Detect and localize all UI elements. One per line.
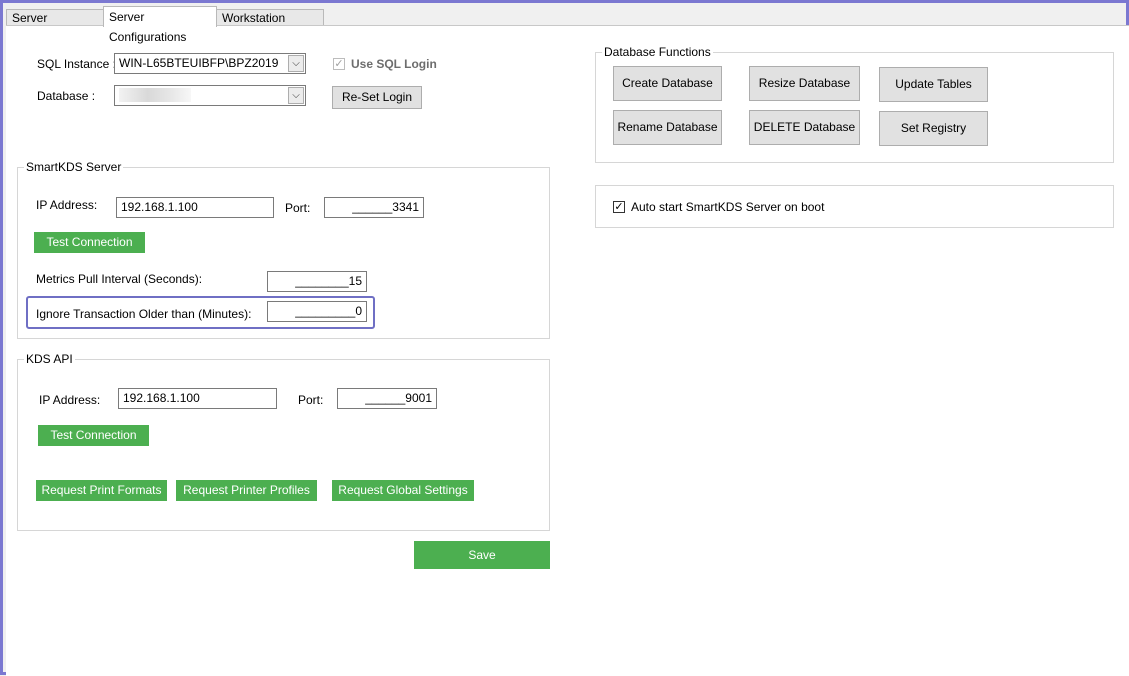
chevron-down-icon[interactable]: ⌵	[288, 87, 304, 104]
metrics-pull-interval-input[interactable]: ________15	[267, 271, 367, 292]
chevron-down-icon[interactable]: ⌵	[288, 55, 304, 72]
check-icon: ✓	[614, 201, 624, 213]
sql-instance-select[interactable]: WIN-L65BTEUIBFP\BPZ2019 ⌵	[114, 53, 306, 74]
autostart-checkbox[interactable]: ✓	[613, 201, 625, 213]
ignore-transaction-input[interactable]: _________0	[267, 301, 367, 322]
smartkds-port-label: Port:	[285, 201, 311, 215]
rename-database-button[interactable]: Rename Database	[613, 110, 722, 145]
database-select[interactable]: ⌵	[114, 85, 306, 106]
kds-api-port-input[interactable]: ______9001	[337, 388, 437, 409]
tab-strip: Server Operations Server Configurations …	[3, 6, 1129, 44]
kds-api-ip-input[interactable]: 192.168.1.100	[118, 388, 277, 409]
smartkds-server-title: SmartKDS Server	[24, 160, 124, 174]
smartkds-ip-input[interactable]: 192.168.1.100	[116, 197, 274, 218]
kds-api-port-label: Port:	[298, 393, 324, 407]
request-global-settings-button[interactable]: Request Global Settings	[332, 480, 474, 501]
autostart-label: Auto start SmartKDS Server on boot	[631, 200, 825, 214]
metrics-pull-interval-label: Metrics Pull Interval (Seconds):	[36, 272, 203, 286]
request-printer-profiles-button[interactable]: Request Printer Profiles	[176, 480, 317, 501]
kds-api-test-connection-button[interactable]: Test Connection	[38, 425, 149, 446]
database-functions-title: Database Functions	[602, 45, 713, 59]
request-print-formats-button[interactable]: Request Print Formats	[36, 480, 167, 501]
sql-instance-value: WIN-L65BTEUIBFP\BPZ2019	[119, 56, 279, 70]
resize-database-button[interactable]: Resize Database	[749, 66, 860, 101]
kds-api-title: KDS API	[24, 352, 75, 366]
use-sql-login-checkbox[interactable]: ✓	[333, 58, 345, 70]
check-icon: ✓	[334, 58, 344, 70]
database-value-redacted	[119, 88, 191, 102]
tab-workstation-settings[interactable]: Workstation Settings	[216, 9, 324, 41]
use-sql-login-label: Use SQL Login	[351, 57, 437, 71]
smartkds-test-connection-button[interactable]: Test Connection	[34, 232, 145, 253]
ignore-transaction-label: Ignore Transaction Older than (Minutes):	[36, 307, 252, 321]
kds-api-ip-label: IP Address:	[39, 393, 101, 407]
tab-server-operations[interactable]: Server Operations	[6, 9, 104, 41]
update-tables-button[interactable]: Update Tables	[879, 67, 988, 102]
reset-login-button[interactable]: Re-Set Login	[332, 86, 422, 109]
smartkds-port-input[interactable]: ______3341	[324, 197, 424, 218]
sql-instance-label: SQL Instance :	[37, 57, 116, 71]
set-registry-button[interactable]: Set Registry	[879, 111, 988, 146]
server-configurations-panel: SQL Instance : WIN-L65BTEUIBFP\BPZ2019 ⌵…	[6, 25, 1129, 676]
tab-server-configurations[interactable]: Server Configurations	[103, 6, 217, 44]
save-button[interactable]: Save	[414, 541, 550, 569]
create-database-button[interactable]: Create Database	[613, 66, 722, 101]
smartkds-ip-label: IP Address:	[36, 198, 98, 212]
delete-database-button[interactable]: DELETE Database	[749, 110, 860, 145]
tab-label: Server Configurations	[109, 10, 187, 44]
database-label: Database :	[37, 89, 96, 103]
window-frame: Server Operations Server Configurations …	[0, 0, 1129, 676]
